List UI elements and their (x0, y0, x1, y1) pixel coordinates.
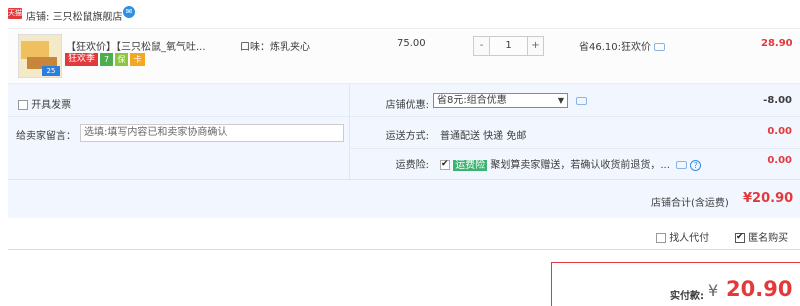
message-label: 给卖家留言： (16, 131, 76, 142)
product-sku: 口味：炼乳夹心 (240, 42, 310, 53)
insurance-option: 运费险 聚划算卖家赠送，若确认收货前退货，... ? (440, 156, 702, 171)
savings-text: 省46.10:狂欢价 (579, 38, 665, 53)
quantity-input[interactable]: 1 (490, 36, 527, 56)
shop-total-label: 店铺合计(含运费) (651, 198, 729, 209)
savings-label: 省46.10:狂欢价 (579, 42, 651, 53)
shop-total-value: ¥20.90 (743, 191, 794, 206)
discount-select-value: 省8元:组合优惠 (437, 95, 507, 106)
discount-label: 店铺优惠: (385, 100, 429, 111)
discount-amount: -8.00 (763, 95, 792, 106)
cart-item-row: 25 【狂欢价】【三只松鼠_氧气吐... 口味：炼乳夹心 狂欢季 7 保 卡 7… (8, 28, 800, 84)
anonymous-option: 匿名购买 (735, 229, 788, 244)
shop-label: 店铺: 三只松鼠旗舰店 (26, 8, 123, 23)
divider (8, 249, 800, 250)
invoice-checkbox[interactable] (18, 100, 28, 110)
help-icon[interactable]: ? (690, 159, 702, 171)
anonymous-checkbox[interactable] (735, 232, 745, 243)
order-options-panel: 开具发票 给卖家留言： 选填:填写内容已和卖家协商确认 店铺优惠: 省8元:组合… (8, 84, 800, 180)
discount-select[interactable]: 省8元:组合优惠 ▼ (433, 93, 568, 108)
shop-total-row: 店铺合计(含运费) ¥20.90 (8, 180, 800, 218)
quantity-plus-button[interactable]: + (527, 36, 544, 56)
invoice-option: 开具发票 (18, 96, 71, 111)
seller-message-input[interactable]: 选填:填写内容已和卖家协商确认 (80, 124, 344, 142)
discount-info-icon[interactable] (576, 97, 587, 105)
proxy-pay-option: 找人代付 (656, 229, 709, 244)
insurance-tag: 运费险 (453, 160, 488, 171)
shipping-method: 普通配送 快递 免邮 (440, 131, 527, 142)
insurance-amount: 0.00 (767, 155, 792, 166)
thumbnail-badge: 25 (42, 66, 60, 76)
shop-prefix: 店铺: (26, 12, 50, 23)
payment-label: 实付款: (670, 291, 704, 302)
insurance-comment-icon[interactable] (676, 161, 688, 169)
item-subtotal: 28.90 (761, 38, 793, 49)
quantity-stepper: - 1 + (473, 36, 544, 56)
product-thumbnail[interactable]: 25 (18, 34, 62, 78)
credit-card-icon: 卡 (130, 53, 146, 66)
anonymous-label: 匿名购买 (748, 233, 789, 244)
shop-header: 天猫 店铺: 三只松鼠旗舰店 ✉ (0, 0, 800, 28)
insurance-checkbox[interactable] (440, 159, 450, 170)
insurance-text: 聚划算卖家赠送，若确认收货前退货，... (490, 160, 670, 171)
payment-amount: 20.90 (726, 277, 793, 301)
unit-price: 75.00 (397, 38, 426, 49)
promo-tag: 狂欢季 (65, 53, 99, 66)
insurance-label: 运费险: (395, 160, 429, 171)
chat-icon[interactable]: ✉ (123, 6, 135, 18)
comment-bubble-icon[interactable] (654, 43, 665, 51)
tmall-badge-icon: 天猫 (8, 8, 22, 19)
quantity-minus-button[interactable]: - (473, 36, 490, 56)
currency-symbol: ¥ (708, 281, 719, 300)
product-tags: 狂欢季 7 保 卡 (65, 53, 146, 66)
seven-day-return-icon: 7 (100, 53, 114, 66)
dropdown-arrow-icon: ▼ (557, 96, 564, 105)
payment-summary-box: 实付款: ¥ 20.90 (551, 262, 800, 306)
proxy-pay-checkbox[interactable] (656, 233, 666, 243)
shop-name-link[interactable]: 三只松鼠旗舰店 (53, 12, 123, 23)
shipping-amount: 0.00 (767, 126, 792, 137)
invoice-label: 开具发票 (31, 100, 72, 111)
product-title-link[interactable]: 【狂欢价】【三只松鼠_氧气吐... (66, 38, 206, 53)
guarantee-icon: 保 (115, 53, 129, 66)
shipping-label: 运送方式: (385, 131, 429, 142)
proxy-pay-label: 找人代付 (669, 233, 710, 244)
